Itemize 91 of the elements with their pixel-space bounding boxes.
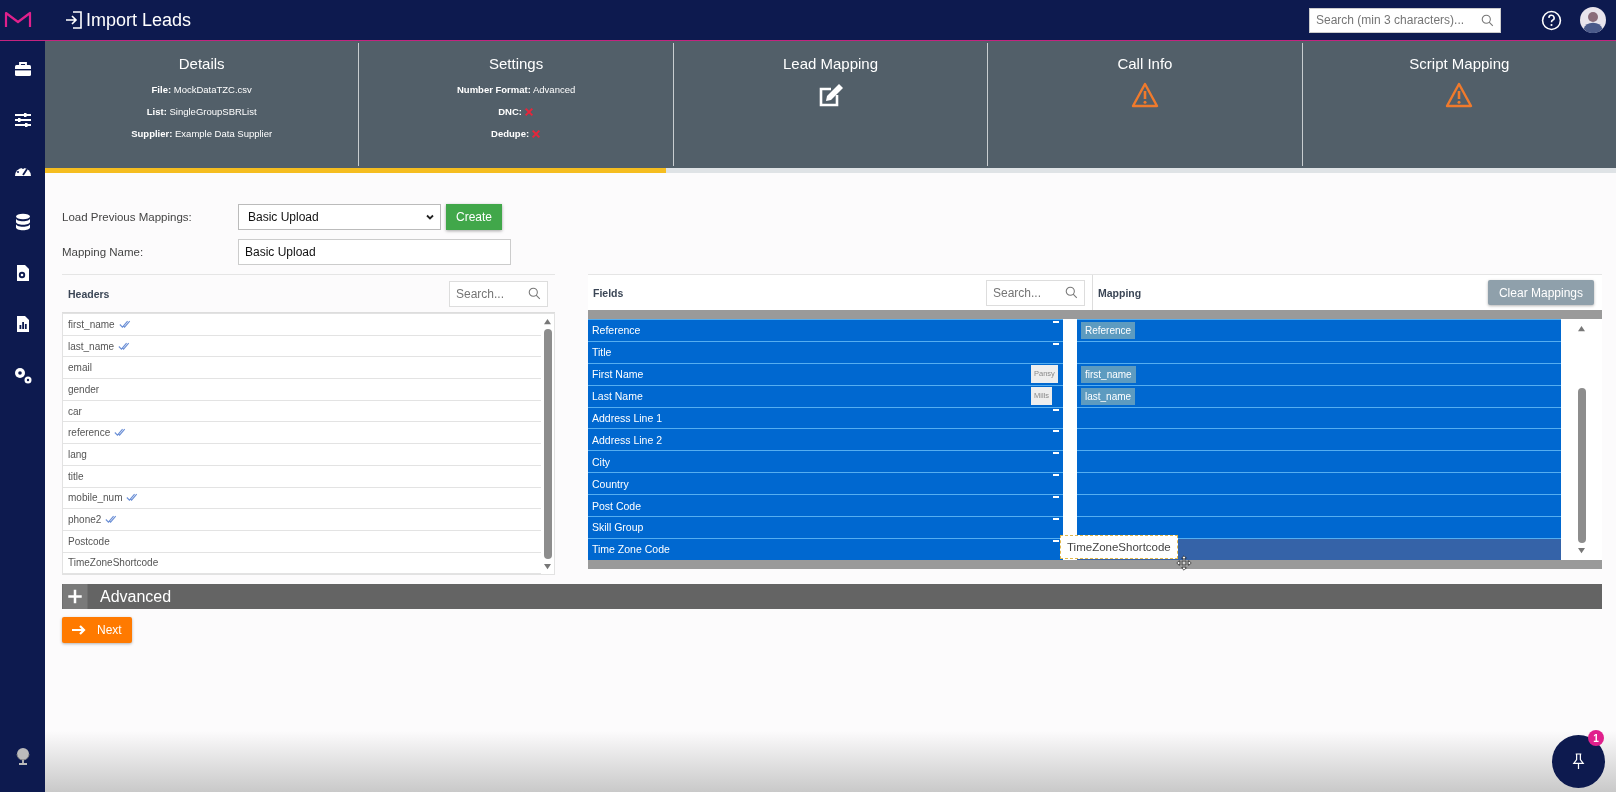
summary-label: List:	[146, 105, 167, 119]
scroll-down-icon[interactable]	[543, 563, 552, 571]
scroll-up-icon[interactable]	[1577, 325, 1586, 332]
mapping-slot[interactable]: last_name	[1077, 384, 1561, 407]
summary-value: SingleGroupSBRList	[168, 105, 257, 119]
scroll-thumb[interactable]	[543, 329, 552, 560]
header-item[interactable]: TimeZoneShortcode	[63, 552, 541, 575]
search-icon	[1065, 285, 1078, 299]
summary-label: Number Format:	[456, 83, 531, 97]
move-cursor-icon	[1176, 555, 1192, 571]
pin-icon	[1571, 753, 1586, 770]
warning-icon	[1130, 81, 1159, 109]
header-item[interactable]: lang	[63, 444, 541, 466]
mapping-slot[interactable]: Reference	[1077, 319, 1561, 341]
summary-label: Dedupe:	[491, 127, 530, 141]
drag-handle-icon[interactable]	[1053, 474, 1059, 477]
mapped-header-chip[interactable]: last_name	[1081, 387, 1136, 405]
step-title[interactable]: Script Mapping	[1409, 55, 1510, 72]
step-title[interactable]: Details	[178, 55, 225, 72]
scroll-down-icon[interactable]	[1577, 546, 1586, 554]
search-icon	[1481, 13, 1494, 27]
field-row[interactable]: Reference	[588, 319, 1063, 341]
summary-label: File:	[151, 83, 172, 97]
mapping-name-field[interactable]: Basic Upload	[238, 239, 511, 265]
drag-handle-icon[interactable]	[1053, 408, 1059, 411]
header-item[interactable]: title	[63, 465, 541, 488]
scroll-up-icon[interactable]	[543, 318, 552, 325]
drag-handle-icon[interactable]	[1053, 539, 1059, 542]
form-label: Load Previous Mappings:	[62, 211, 193, 223]
header-item[interactable]: gender	[63, 379, 541, 401]
field-row[interactable]: Skill Group	[588, 516, 1063, 538]
gears-icon[interactable]	[12, 365, 33, 385]
search-field[interactable]: Search...	[449, 280, 548, 307]
field-row[interactable]: Address Line 1	[588, 406, 1063, 429]
warning-icon	[1445, 81, 1474, 109]
drag-handle-icon[interactable]	[1053, 430, 1059, 433]
mapping-select[interactable]: Basic Upload	[238, 204, 441, 230]
search-field[interactable]: Search...	[986, 279, 1085, 306]
pin-button[interactable]	[1552, 735, 1605, 788]
advanced-section[interactable]: Advanced	[62, 584, 1602, 610]
logo-icon[interactable]	[4, 10, 32, 30]
header-item[interactable]: phone2	[63, 509, 541, 531]
form-label: Mapping Name:	[62, 246, 145, 258]
field-row[interactable]: Title	[588, 340, 1063, 363]
summary-value: MockDataTZC.csv	[172, 83, 252, 97]
mapping-slot[interactable]	[1077, 516, 1561, 538]
field-row[interactable]: Post Code	[588, 494, 1063, 516]
search-icon	[528, 286, 541, 300]
arrow-right-icon	[71, 624, 87, 637]
briefcase-icon[interactable]	[12, 59, 33, 79]
summary-label: DNC:	[498, 105, 522, 119]
plus-icon[interactable]	[62, 584, 88, 610]
header-item[interactable]: email	[63, 357, 541, 380]
mapped-header-chip[interactable]: first_name	[1081, 365, 1136, 383]
page-title: Import Leads	[86, 9, 192, 31]
notification-badge: 1	[1588, 730, 1604, 746]
drag-handle-icon[interactable]	[1053, 342, 1059, 345]
summary-value: Advanced	[532, 83, 576, 97]
field-row[interactable]: Address Line 2	[588, 428, 1063, 451]
step-title[interactable]: Call Info	[1117, 55, 1173, 72]
summary-label: Supplier:	[131, 127, 173, 141]
scroll-thumb[interactable]	[1577, 387, 1586, 543]
panel-title: Fields	[593, 286, 624, 299]
panel-title: Mapping	[1098, 286, 1142, 299]
drag-handle-icon[interactable]	[1053, 452, 1059, 455]
header-item[interactable]: reference	[63, 422, 541, 445]
step-title[interactable]: Lead Mapping	[782, 55, 879, 72]
summary-value: Example Data Supplier	[174, 127, 273, 141]
help-icon[interactable]	[1541, 9, 1562, 31]
drag-handle-icon[interactable]	[1053, 496, 1059, 499]
sliders-icon[interactable]	[12, 110, 33, 130]
caret-icon	[425, 212, 435, 222]
drag-handle-icon[interactable]	[1053, 518, 1059, 520]
field-row[interactable]: Country	[588, 472, 1063, 495]
header-item[interactable]: car	[63, 400, 541, 423]
create-button[interactable]: Create	[446, 204, 503, 230]
step-title[interactable]: Settings	[489, 55, 544, 72]
header-item[interactable]: last_name	[63, 335, 541, 358]
dragged-header[interactable]: TimeZoneShortcode	[1060, 535, 1178, 559]
search-field[interactable]: Search (min 3 characters)...	[1309, 7, 1501, 33]
header-item[interactable]: Postcode	[63, 530, 541, 553]
avatar[interactable]	[1580, 7, 1606, 33]
drag-handle-icon[interactable]	[1053, 321, 1059, 323]
panel-title: Headers	[68, 287, 110, 300]
field-row[interactable]: City	[588, 450, 1063, 473]
header-item[interactable]: first_name	[63, 314, 541, 336]
mapped-header-chip[interactable]: Reference	[1081, 321, 1136, 339]
header-item[interactable]: mobile_num	[63, 487, 541, 510]
mapping-slot[interactable]: first_name	[1077, 362, 1561, 385]
import-icon	[64, 10, 84, 30]
field-row[interactable]: Time Zone Code	[588, 537, 1063, 560]
